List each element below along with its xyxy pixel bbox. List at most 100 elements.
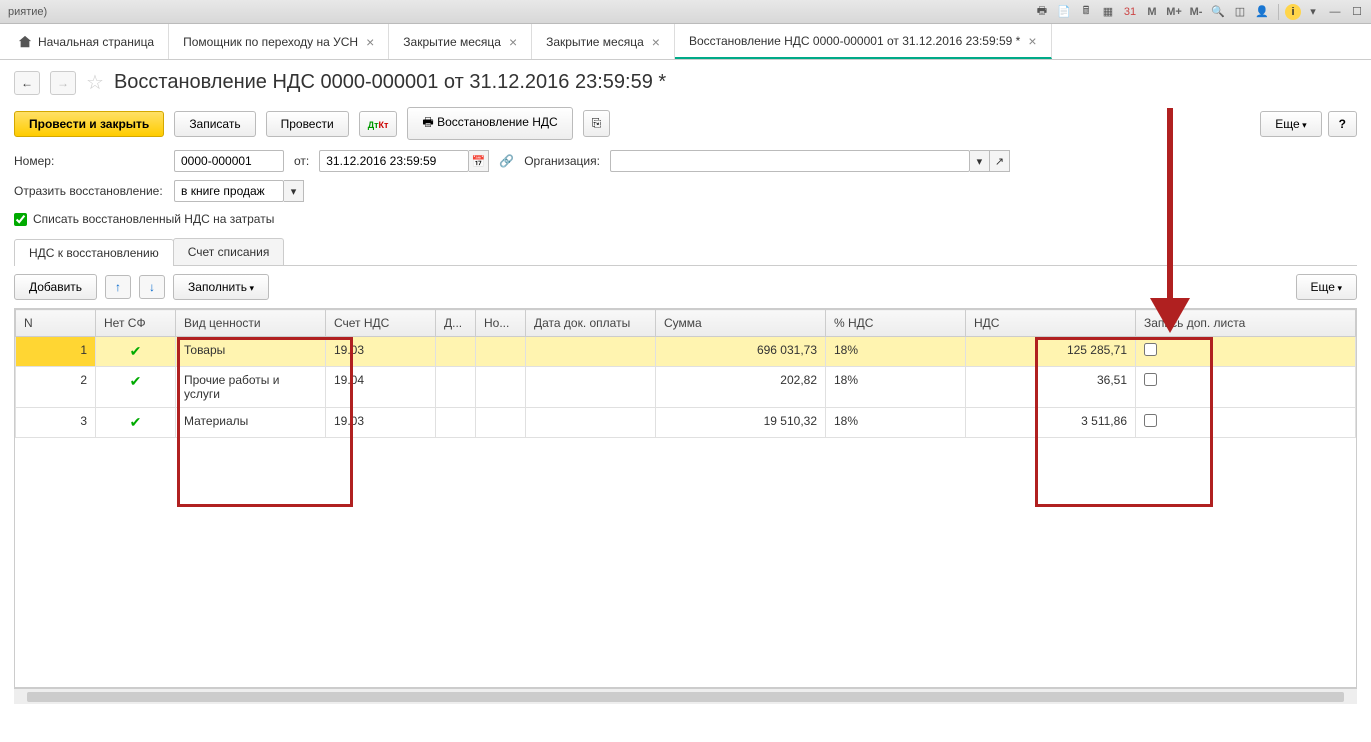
cell-d (436, 408, 476, 438)
col-nds[interactable]: НДС (966, 310, 1136, 337)
cell-nosf[interactable]: ✔ (96, 337, 176, 367)
table-more-button[interactable]: Еще (1296, 274, 1357, 300)
close-icon[interactable]: × (366, 34, 374, 50)
cell-type: Материалы (176, 408, 326, 438)
tab-label: Помощник по переходу на УСН (183, 35, 358, 49)
cell-extra[interactable] (1136, 337, 1356, 367)
cell-paydate (526, 337, 656, 367)
maximize-icon[interactable]: ☐ (1347, 3, 1367, 21)
grid-icon[interactable]: ▦ (1098, 3, 1118, 21)
link-icon[interactable]: 🔗 (499, 154, 514, 168)
cell-pct: 18% (826, 367, 966, 408)
doc-icon[interactable]: 📄 (1054, 3, 1074, 21)
col-no[interactable]: Но... (476, 310, 526, 337)
tab-usn[interactable]: Помощник по переходу на УСН × (169, 24, 389, 59)
zoom-icon[interactable]: 🔍 (1208, 3, 1228, 21)
org-label: Организация: (524, 154, 600, 168)
reflect-dropdown-icon[interactable]: ▾ (284, 180, 304, 202)
table-row[interactable]: 2✔Прочие работы и услуги19.04202,8218%36… (16, 367, 1356, 408)
calc-icon[interactable]: 🖩 (1076, 3, 1096, 21)
inner-tab-account[interactable]: Счет списания (173, 238, 285, 265)
user-icon[interactable]: 👤 (1252, 3, 1272, 21)
table-row[interactable]: 1✔Товары19.03696 031,7318%125 285,71 (16, 337, 1356, 367)
cell-extra[interactable] (1136, 367, 1356, 408)
inner-tab-vat[interactable]: НДС к восстановлению (14, 239, 174, 266)
col-sum[interactable]: Сумма (656, 310, 826, 337)
cell-extra[interactable] (1136, 408, 1356, 438)
calendar-icon[interactable]: 31 (1120, 3, 1140, 21)
cell-sum: 19 510,32 (656, 408, 826, 438)
page-title: Восстановление НДС 0000-000001 от 31.12.… (114, 71, 666, 94)
org-open-icon[interactable]: ↗ (990, 150, 1010, 172)
scale-mplus-icon[interactable]: M+ (1164, 3, 1184, 21)
tab-vat-restore[interactable]: Восстановление НДС 0000-000001 от 31.12.… (675, 24, 1052, 59)
home-tab-label: Начальная страница (38, 35, 154, 49)
dropdown-icon[interactable]: ▾ (1303, 3, 1323, 21)
cell-sum: 202,82 (656, 367, 826, 408)
move-down-button[interactable]: ↓ (139, 275, 165, 299)
cell-nosf[interactable]: ✔ (96, 408, 176, 438)
tab-label: Закрытие месяца (403, 35, 501, 49)
col-type[interactable]: Вид ценности (176, 310, 326, 337)
col-extra[interactable]: Запись доп. листа (1136, 310, 1356, 337)
horizontal-scrollbar[interactable] (14, 688, 1357, 704)
main-toolbar: Провести и закрыть Записать Провести ДтК… (0, 101, 1371, 146)
writeoff-checkbox[interactable] (14, 213, 27, 226)
table-wrap: N Нет СФ Вид ценности Счет НДС Д... Но..… (14, 308, 1357, 688)
cell-n: 2 (16, 367, 96, 408)
cell-d (436, 367, 476, 408)
print-icon[interactable]: 🖶 (1032, 3, 1052, 21)
tabs-bar: Начальная страница Помощник по переходу … (0, 24, 1371, 60)
post-button[interactable]: Провести (266, 111, 349, 137)
cell-account: 19.03 (326, 337, 436, 367)
col-nosf[interactable]: Нет СФ (96, 310, 176, 337)
cell-n: 1 (16, 337, 96, 367)
tab-label: Восстановление НДС 0000-000001 от 31.12.… (689, 34, 1020, 48)
minimize-icon[interactable]: — (1325, 3, 1345, 21)
writeoff-label: Списать восстановленный НДС на затраты (33, 212, 274, 226)
close-icon[interactable]: × (509, 34, 517, 50)
tab-label: Закрытие месяца (546, 35, 644, 49)
dtkt-button[interactable]: ДтКт (359, 111, 398, 137)
number-input[interactable] (174, 150, 284, 172)
close-icon[interactable]: × (652, 34, 660, 50)
vat-table: N Нет СФ Вид ценности Счет НДС Д... Но..… (15, 309, 1356, 438)
favorite-icon[interactable]: ☆ (86, 70, 104, 95)
structure-button[interactable]: ⎘ (583, 110, 611, 137)
move-up-button[interactable]: ↑ (105, 275, 131, 299)
print-button[interactable]: 🖶 Восстановление НДС (407, 107, 572, 140)
col-paydate[interactable]: Дата док. оплаты (526, 310, 656, 337)
submit-close-button[interactable]: Провести и закрыть (14, 111, 164, 137)
home-icon (18, 35, 32, 49)
org-input[interactable] (610, 150, 970, 172)
scale-mminus-icon[interactable]: M- (1186, 3, 1206, 21)
cell-nosf[interactable]: ✔ (96, 367, 176, 408)
fill-button[interactable]: Заполнить (173, 274, 269, 300)
add-row-button[interactable]: Добавить (14, 274, 97, 300)
page-header: ← → ☆ Восстановление НДС 0000-000001 от … (0, 60, 1371, 101)
forward-button[interactable]: → (50, 71, 76, 95)
col-pct[interactable]: % НДС (826, 310, 966, 337)
back-button[interactable]: ← (14, 71, 40, 95)
save-button[interactable]: Записать (174, 111, 255, 137)
close-icon[interactable]: × (1028, 33, 1036, 49)
info-icon[interactable]: i (1285, 4, 1301, 20)
table-row[interactable]: 3✔Материалы19.0319 510,3218%3 511,86 (16, 408, 1356, 438)
home-tab[interactable]: Начальная страница (4, 24, 169, 59)
cell-n: 3 (16, 408, 96, 438)
calendar-picker-icon[interactable]: 📅 (469, 150, 489, 172)
panes-icon[interactable]: ◫ (1230, 3, 1250, 21)
date-label: от: (294, 154, 309, 168)
help-button[interactable]: ? (1328, 111, 1357, 137)
col-n[interactable]: N (16, 310, 96, 337)
cell-type: Прочие работы и услуги (176, 367, 326, 408)
scale-m-icon[interactable]: M (1142, 3, 1162, 21)
tab-close-month-1[interactable]: Закрытие месяца × (389, 24, 532, 59)
date-input[interactable] (319, 150, 469, 172)
reflect-select[interactable] (174, 180, 284, 202)
col-account[interactable]: Счет НДС (326, 310, 436, 337)
col-d[interactable]: Д... (436, 310, 476, 337)
more-button[interactable]: Еще (1260, 111, 1321, 137)
org-dropdown-icon[interactable]: ▾ (970, 150, 990, 172)
tab-close-month-2[interactable]: Закрытие месяца × (532, 24, 675, 59)
